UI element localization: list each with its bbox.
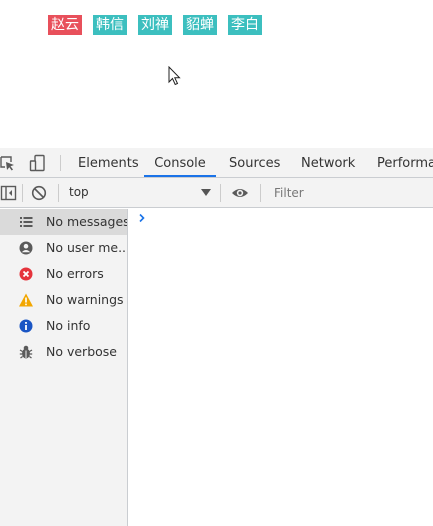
prompt-chevron-icon [139,213,145,223]
error-icon [19,267,33,281]
filter-input[interactable] [268,182,433,204]
toolbar-divider [60,155,61,171]
sidebar-item-label: No info [46,318,91,333]
toolbar-divider [22,184,23,202]
inspect-element-icon[interactable] [0,154,16,172]
console-output[interactable] [128,209,433,526]
warning-icon [19,293,33,307]
sidebar-item-verbose[interactable]: No verbose [0,339,127,365]
sidebar-item-label: No errors [46,266,104,281]
context-value: top [69,185,89,199]
tag-item[interactable]: 李白 [228,15,262,35]
tag-item[interactable]: 韩信 [93,15,127,35]
sidebar-item-label: No warnings [46,292,124,307]
tab-sources[interactable]: Sources [229,148,280,177]
tag-item[interactable]: 赵云 [48,15,82,35]
device-toolbar-icon[interactable] [29,154,47,172]
context-selector[interactable]: top [62,184,214,202]
tag-list: 赵云 韩信 刘禅 貂蝉 李白 [48,15,273,35]
show-sidebar-icon[interactable] [0,184,18,202]
eye-icon[interactable] [231,184,249,202]
tab-network[interactable]: Network [301,148,355,177]
user-icon [19,241,33,255]
devtools-tabbar: Elements Console Sources Network Perform… [0,148,433,178]
tab-elements[interactable]: Elements [78,148,139,177]
console-sidebar: No messages No user me... No errors No w… [0,209,128,526]
toolbar-divider [220,184,221,202]
toolbar-divider [260,184,261,202]
sidebar-item-user-messages[interactable]: No user me... [0,235,127,261]
sidebar-item-messages[interactable]: No messages [0,209,127,235]
bug-icon [19,345,33,359]
tab-console[interactable]: Console [144,148,216,177]
tab-performance[interactable]: Performan [377,148,433,177]
info-icon [19,319,33,333]
console-toolbar: top [0,178,433,208]
sidebar-item-errors[interactable]: No errors [0,261,127,287]
tag-item[interactable]: 刘禅 [138,15,172,35]
sidebar-item-info[interactable]: No info [0,313,127,339]
tag-item[interactable]: 貂蝉 [183,15,217,35]
sidebar-item-label: No user me... [46,240,127,255]
sidebar-item-label: No verbose [46,344,117,359]
sidebar-item-label: No messages [46,214,127,229]
sidebar-item-warnings[interactable]: No warnings [0,287,127,313]
devtools-panel: Elements Console Sources Network Perform… [0,148,433,526]
toolbar-divider [58,184,59,202]
mouse-pointer-icon [168,66,181,86]
clear-console-icon[interactable] [30,184,48,202]
list-icon [20,217,33,227]
dropdown-arrow-icon [201,189,211,196]
